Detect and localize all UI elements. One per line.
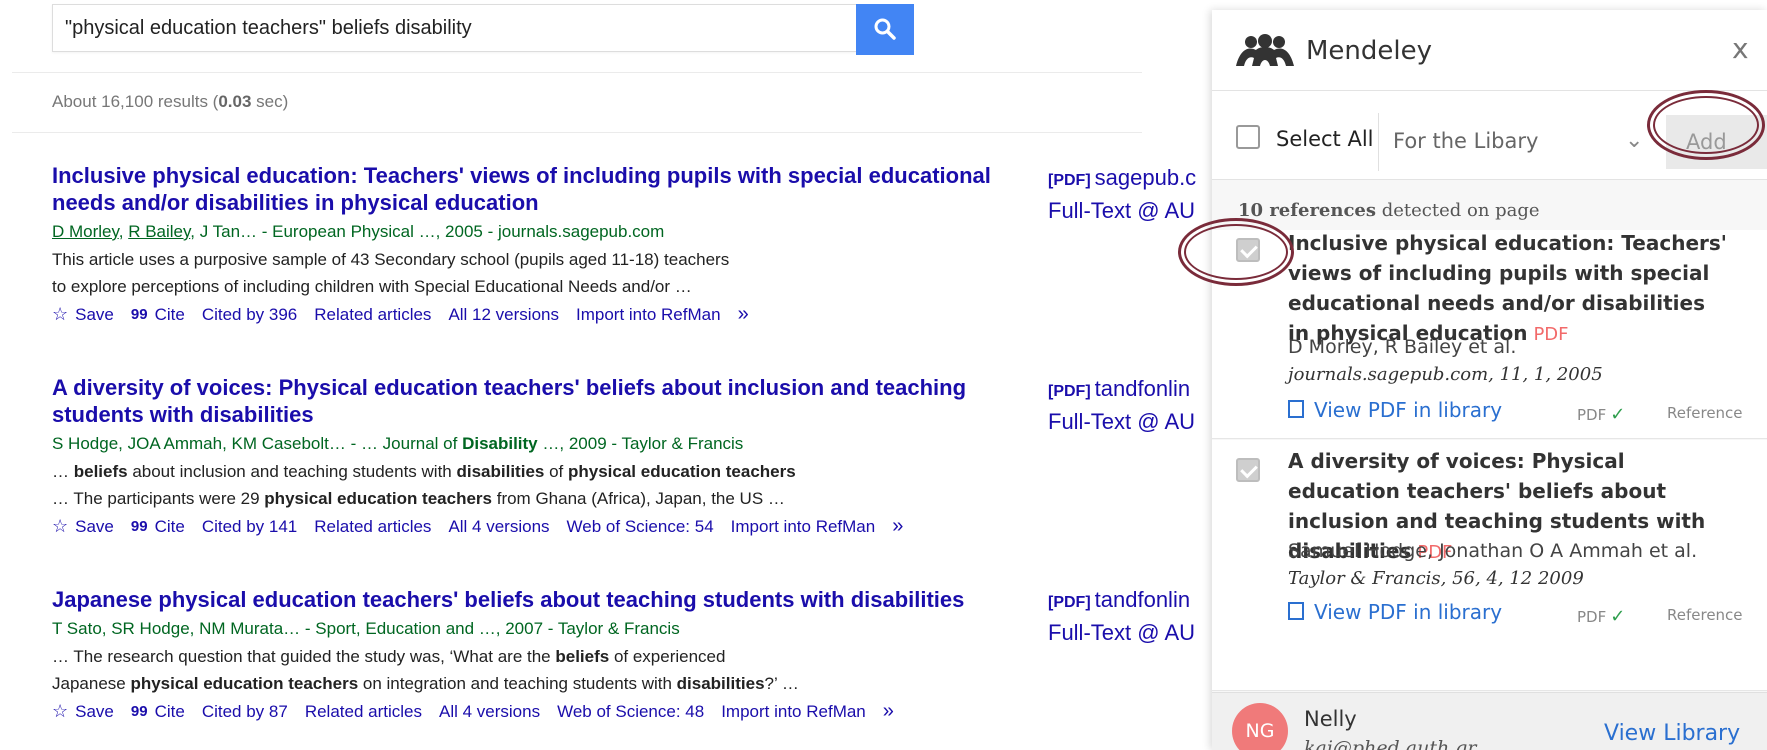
side-pdf-link[interactable]: [PDF] sagepub.c [1048,164,1196,195]
star-icon: ☆ [52,516,69,536]
side-fulltext-link[interactable]: Full-Text @ AU [1048,408,1195,436]
reference-count: 10 references detected on page [1238,200,1540,221]
result-meta: D Morley, R Bailey, J Tan… - European Ph… [52,222,665,241]
side-fulltext-link[interactable]: Full-Text @ AU [1048,619,1195,647]
mendeley-toolbar: Select All For the Libary ⌄ Add [1212,91,1767,180]
reference-type: Reference [1667,606,1743,624]
cited-by-396-link[interactable]: Cited by 396 [202,305,297,325]
related-articles-link[interactable]: Related articles [314,305,431,325]
save-link[interactable]: ☆ Save [52,304,114,325]
add-button[interactable]: Add [1666,115,1767,169]
result-actions: ☆ Save 99 Cite Cited by 87 Related articles Al… [52,700,992,723]
result-snippet: … beliefs about inclusion and teaching s… [52,462,796,508]
reference-item: A diversity of voices: Physical educatio… [1212,440,1767,691]
web-of-science-54-link[interactable]: Web of Science: 54 [567,517,714,537]
select-all-checkbox[interactable] [1236,125,1260,149]
reference-type: Reference [1667,404,1743,422]
scholar-header [12,0,1142,73]
cite-link[interactable]: 99 Cite [131,305,185,325]
all-4-versions-link[interactable]: All 4 versions [439,702,540,722]
reference-source: journals.sagepub.com, 11, 1, 2005 [1288,364,1603,385]
import-into-refman-link[interactable]: Import into RefMan [576,305,721,325]
result-actions: ☆ Save 99 Cite Cited by 141 Related articles A… [52,515,992,538]
cite-link[interactable]: 99 Cite [131,517,185,537]
side-pdf-link[interactable]: [PDF] tandfonlin [1048,375,1190,406]
more-icon[interactable]: » [892,515,903,538]
mendeley-panel: Mendeley x Select All For the Libary ⌄ A… [1212,10,1767,750]
view-library-link[interactable]: View Library [1604,721,1740,746]
pdf-badge: PDF [1533,324,1569,345]
author-link[interactable]: R Bailey [128,222,190,241]
library-select[interactable]: For the Libary ⌄ [1378,113,1644,171]
result-meta: S Hodge, JOA Ammah, KM Casebolt… - … Jou… [52,434,744,453]
check-icon: ✓ [1610,404,1626,425]
view-pdf-link[interactable]: View PDF in library [1288,600,1502,624]
divider [12,132,1142,133]
avatar: NG [1232,703,1288,750]
web-of-science-48-link[interactable]: Web of Science: 48 [557,702,704,722]
related-articles-link[interactable]: Related articles [314,517,431,537]
reference-authors: D Morley, R Bailey et al. [1288,336,1517,358]
search-result: Japanese physical education teachers' be… [52,586,992,723]
search-input[interactable] [53,5,856,51]
side-fulltext-link[interactable]: Full-Text @ AU [1048,197,1195,225]
search-icon [874,18,896,40]
side-pdf-link[interactable]: [PDF] tandfonlin [1048,586,1190,617]
all-12-versions-link[interactable]: All 12 versions [448,305,559,325]
author-link[interactable]: D Morley [52,222,119,241]
result-meta: T Sato, SR Hodge, NM Murata… - Sport, Ed… [52,619,680,638]
search-button[interactable] [856,4,914,55]
bookmark-icon [1288,602,1304,620]
cite-link[interactable]: 99 Cite [131,702,185,722]
results-stats: About 16,100 results (0.03 sec) [52,92,289,111]
star-icon: ☆ [52,304,69,324]
result-snippet: This article uses a purposive sample of … [52,250,730,296]
save-link[interactable]: ☆ Save [52,516,114,537]
result-title-link[interactable]: A diversity of voices: Physical educatio… [52,374,992,428]
search-result: Inclusive physical education: Teachers' … [52,162,992,326]
pdf-status: PDF ✓ [1577,606,1626,627]
close-icon[interactable]: x [1732,32,1749,65]
save-link[interactable]: ☆ Save [52,701,114,722]
chevron-down-icon: ⌄ [1625,127,1644,152]
reference-checkbox[interactable] [1236,238,1260,262]
search-result: A diversity of voices: Physical educatio… [52,374,992,538]
cited-by-87-link[interactable]: Cited by 87 [202,702,288,722]
mendeley-header: Mendeley x [1212,10,1767,91]
reference-title: Inclusive physical education: Teachers' … [1288,231,1727,345]
quote-icon: 99 [130,518,148,535]
star-icon: ☆ [52,701,69,721]
user-name: Nelly [1304,707,1357,731]
mendeley-logo-icon [1236,34,1294,66]
user-email: kai@phed.auth.gr [1304,737,1477,750]
import-into-refman-link[interactable]: Import into RefMan [731,517,876,537]
search-box [52,4,856,52]
result-title-link[interactable]: Inclusive physical education: Teachers' … [52,162,992,216]
user-footer: NG Nelly kai@phed.auth.gr View Library [1212,692,1767,750]
all-4-versions-link[interactable]: All 4 versions [448,517,549,537]
select-all-label: Select All [1276,127,1374,151]
more-icon[interactable]: » [883,700,894,723]
reference-authors: Samuel Hodge, Jonathan O A Ammah et al. [1288,540,1698,562]
more-icon[interactable]: » [738,303,749,326]
check-icon: ✓ [1610,606,1626,627]
result-snippet: … The research question that guided the … [52,647,799,693]
related-articles-link[interactable]: Related articles [305,702,422,722]
result-actions: ☆ Save 99 Cite Cited by 396 Related articles A… [52,303,992,326]
bookmark-icon [1288,400,1304,418]
import-into-refman-link[interactable]: Import into RefMan [721,702,866,722]
view-pdf-link[interactable]: View PDF in library [1288,398,1502,422]
result-title-link[interactable]: Japanese physical education teachers' be… [52,586,992,613]
quote-icon: 99 [130,703,148,720]
quote-icon: 99 [130,306,148,323]
reference-item: Inclusive physical education: Teachers' … [1212,230,1767,439]
reference-checkbox[interactable] [1236,458,1260,482]
pdf-status: PDF ✓ [1577,404,1626,425]
cited-by-141-link[interactable]: Cited by 141 [202,517,297,537]
reference-source: Taylor & Francis, 56, 4, 12 2009 [1288,568,1584,589]
mendeley-brand: Mendeley [1306,36,1433,66]
